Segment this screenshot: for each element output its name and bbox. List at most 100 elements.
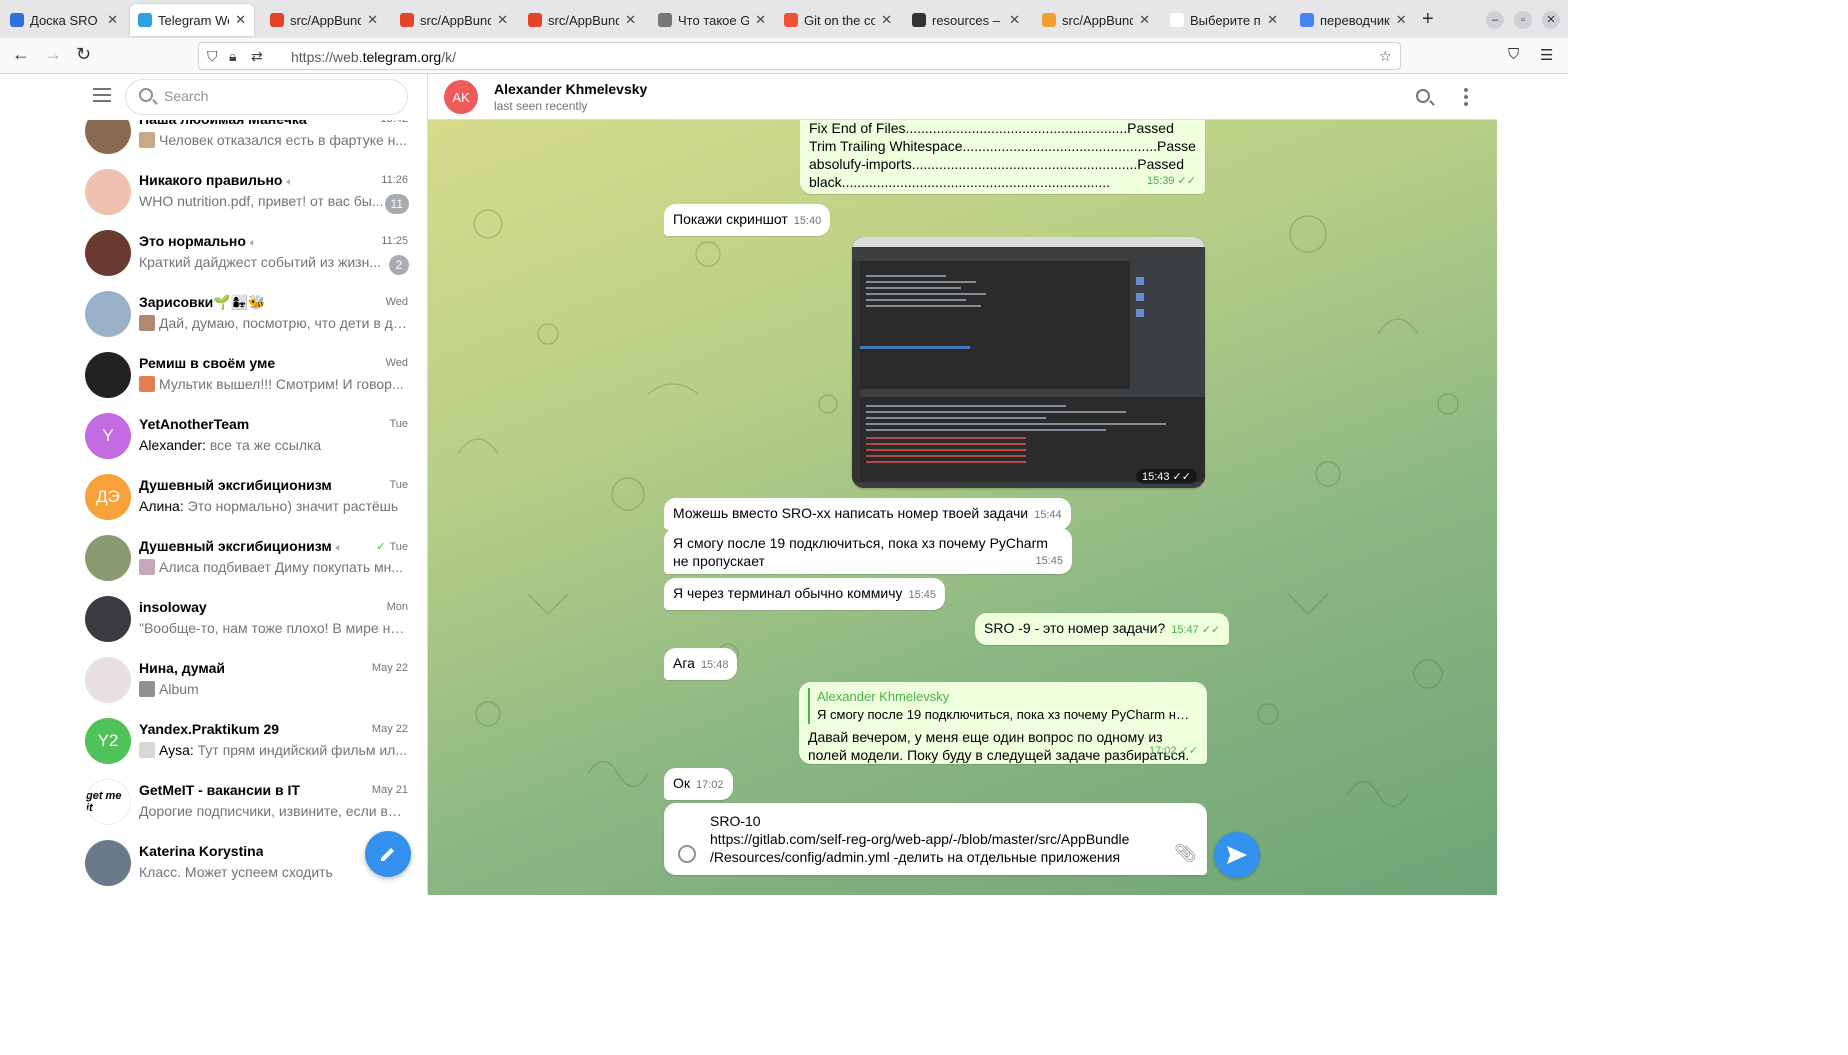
tab-close-icon[interactable]: ✕ — [755, 12, 766, 28]
permissions-icon[interactable]: ⇄ — [251, 48, 263, 65]
browser-tab[interactable]: Git on the co ✕ — [776, 4, 900, 36]
browser-tab[interactable]: src/AppBundl ✕ — [392, 4, 516, 36]
search-input[interactable] — [164, 88, 394, 104]
message-outgoing-reply[interactable]: Alexander Khmelevsky Я смогу после 19 по… — [799, 682, 1207, 764]
chat-list-item[interactable]: Никакого правильно 🔈︎ 11:26 WHO nutrition.p… — [71, 161, 427, 222]
reply-quote[interactable]: Alexander Khmelevsky Я смогу после 19 по… — [808, 688, 1198, 724]
chat-avatar[interactable]: Y2 — [85, 718, 131, 764]
message-outgoing[interactable]: SRO -9 - это номер задачи? 15:47 ✓✓ — [975, 613, 1230, 645]
chat-list-item[interactable]: Нина, думай May 22 Album — [71, 649, 427, 710]
chat-name: GetMeIT - вакансии в IT — [139, 782, 300, 798]
tab-favicon-icon — [400, 13, 414, 27]
browser-tab[interactable]: resources – Я ✕ — [904, 4, 1028, 36]
new-message-button[interactable] — [365, 831, 411, 877]
chat-list-item[interactable]: Зарисовки🌱👩‍👧🐝 Wed Дай, думаю, посмотрю, ч… — [71, 283, 427, 344]
tab-close-icon[interactable]: ✕ — [1396, 12, 1407, 28]
menu-icon[interactable] — [93, 88, 111, 102]
browser-tab[interactable]: Выберите польз ✕ — [1162, 4, 1286, 36]
message-composer[interactable]: SRO-10 https://gitlab.com/self-reg-org/w… — [664, 803, 1207, 875]
chat-avatar[interactable] — [85, 657, 131, 703]
chat-avatar[interactable] — [85, 169, 131, 215]
tab-close-icon[interactable]: ✕ — [1139, 12, 1150, 28]
browser-toolbar: ← → ↻ ⛉ 🔒︎ ⇄ https://web.telegram.org/k/… — [0, 38, 1568, 74]
forward-icon[interactable]: → — [44, 44, 62, 65]
chat-avatar[interactable]: Y — [85, 413, 131, 459]
browser-tab[interactable]: src/AppBundl ✕ — [1034, 4, 1158, 36]
telegram-app: Наша любимая Манечка13:42Человек отказал… — [71, 74, 1497, 895]
contact-avatar[interactable]: AK — [444, 80, 478, 114]
chat-avatar[interactable] — [85, 596, 131, 642]
chat-search-icon[interactable] — [1416, 89, 1430, 103]
message-outgoing[interactable]: Fix End of Files........................… — [800, 114, 1205, 194]
chat-list-item[interactable]: ДЭ Душевный эксгибиционизм Tue Алина: Это н… — [71, 466, 427, 527]
emoji-icon[interactable] — [678, 845, 696, 863]
bookmark-star-icon[interactable]: ☆ — [1379, 48, 1392, 65]
tab-favicon-icon — [1300, 13, 1314, 27]
browser-tab[interactable]: переводчик ✕ — [1292, 4, 1416, 36]
message-incoming[interactable]: Можешь вместо SRO-xx написать номер твое… — [664, 498, 1071, 530]
send-icon — [1227, 846, 1247, 864]
chat-preview: Дай, думаю, посмотрю, что дети в де... — [139, 315, 409, 331]
browser-tab[interactable]: Что такое Git ✕ — [650, 4, 774, 36]
chat-avatar[interactable]: ДЭ — [85, 474, 131, 520]
screenshot-photo-message[interactable]: 15:43 ✓✓ — [852, 237, 1205, 488]
chat-avatar[interactable] — [85, 291, 131, 337]
reload-icon[interactable]: ↻ — [76, 44, 91, 65]
message-incoming[interactable]: Я смогу после 19 подключиться, пока хз п… — [664, 528, 1072, 574]
close-window-button[interactable]: ✕ — [1542, 11, 1560, 29]
shield-icon[interactable]: ⛉ — [207, 48, 218, 65]
chat-preview-sender: Алина: — [139, 498, 188, 514]
browser-tab[interactable]: src/AppBundl ✕ — [262, 4, 386, 36]
chat-avatar[interactable] — [85, 230, 131, 276]
chat-avatar[interactable] — [85, 352, 131, 398]
chat-time: May 22 — [371, 723, 408, 735]
maximize-window-button[interactable]: ▫ — [1514, 11, 1532, 29]
app-menu-icon[interactable]: ☰ — [1540, 46, 1553, 64]
message-time: 15:44 — [1034, 509, 1062, 521]
chat-list-item[interactable]: Душевный эксгибиционизм 🔈︎ ✓ Tue Алиса подби… — [71, 527, 427, 588]
chat-list-item[interactable]: insoloway Mon "Вообще-то, нам тоже плохо! … — [71, 588, 427, 649]
muted-icon: 🔈︎ — [286, 176, 294, 188]
chat-header[interactable]: AK Alexander Khmelevsky last seen recent… — [428, 74, 1497, 120]
chat-list-item[interactable]: Y2 Yandex.Praktikum 29 May 22 Aysa: Тут пря… — [71, 710, 427, 771]
lock-icon[interactable]: 🔒︎ — [229, 48, 236, 65]
tab-close-icon[interactable]: ✕ — [497, 12, 508, 28]
browser-tab[interactable]: Доска SRO - A ✕ — [2, 4, 126, 36]
browser-tab[interactable]: src/AppBundl ✕ — [520, 4, 644, 36]
message-time: 15:45 — [908, 589, 937, 601]
new-tab-button[interactable]: + — [1422, 8, 1434, 31]
address-bar[interactable]: ⛉ 🔒︎ ⇄ https://web.telegram.org/k/ ☆ — [198, 42, 1401, 70]
minimize-window-button[interactable]: – — [1486, 11, 1504, 29]
send-button[interactable] — [1214, 832, 1260, 878]
message-input[interactable]: SRO-10 https://gitlab.com/self-reg-org/w… — [710, 812, 1170, 866]
tab-title: Что такое Git — [678, 12, 750, 28]
chat-list-item[interactable]: get me it GetMeIT - вакансии в IT May 21 До… — [71, 771, 427, 832]
chat-avatar[interactable] — [85, 535, 131, 581]
tab-close-icon[interactable]: ✕ — [881, 12, 892, 28]
chat-preview: Alexander: все та же ссылка — [139, 437, 322, 453]
chat-avatar[interactable] — [85, 840, 131, 886]
search-box[interactable] — [125, 79, 408, 115]
back-icon[interactable]: ← — [12, 44, 30, 65]
tab-close-icon[interactable]: ✕ — [1267, 12, 1278, 28]
pocket-icon[interactable]: ⛉ — [1508, 46, 1519, 63]
chat-avatar[interactable]: get me it — [85, 779, 131, 825]
tab-close-icon[interactable]: ✕ — [107, 12, 118, 28]
tab-close-icon[interactable]: ✕ — [367, 12, 378, 28]
media-thumbnail — [139, 315, 155, 331]
more-options-icon[interactable] — [1464, 88, 1468, 106]
chat-list-item[interactable]: Y YetAnotherTeam Tue Alexander: все та же с… — [71, 405, 427, 466]
message-incoming[interactable]: Ага 15:48 — [664, 648, 738, 680]
message-incoming[interactable]: Я через терминал обычно коммичу 15:45 — [664, 578, 946, 610]
tab-title: Git on the co — [804, 12, 876, 28]
chat-list-item[interactable]: Это нормально 🔈︎ 11:25 Краткий дайджест соб… — [71, 222, 427, 283]
browser-tab[interactable]: Telegram Web ✕ — [130, 4, 254, 36]
tab-close-icon[interactable]: ✕ — [625, 12, 636, 28]
contact-name[interactable]: Alexander Khmelevsky — [494, 81, 647, 97]
message-incoming[interactable]: Ок 17:02 — [664, 768, 733, 800]
attach-icon[interactable]: 📎︎ — [1174, 843, 1197, 864]
message-incoming[interactable]: Покажи скриншот 15:40 — [664, 204, 831, 236]
tab-close-icon[interactable]: ✕ — [235, 12, 246, 28]
tab-close-icon[interactable]: ✕ — [1009, 12, 1020, 28]
chat-list-item[interactable]: Ремиш в своём уме Wed Мультик вышел!!! Смо… — [71, 344, 427, 405]
